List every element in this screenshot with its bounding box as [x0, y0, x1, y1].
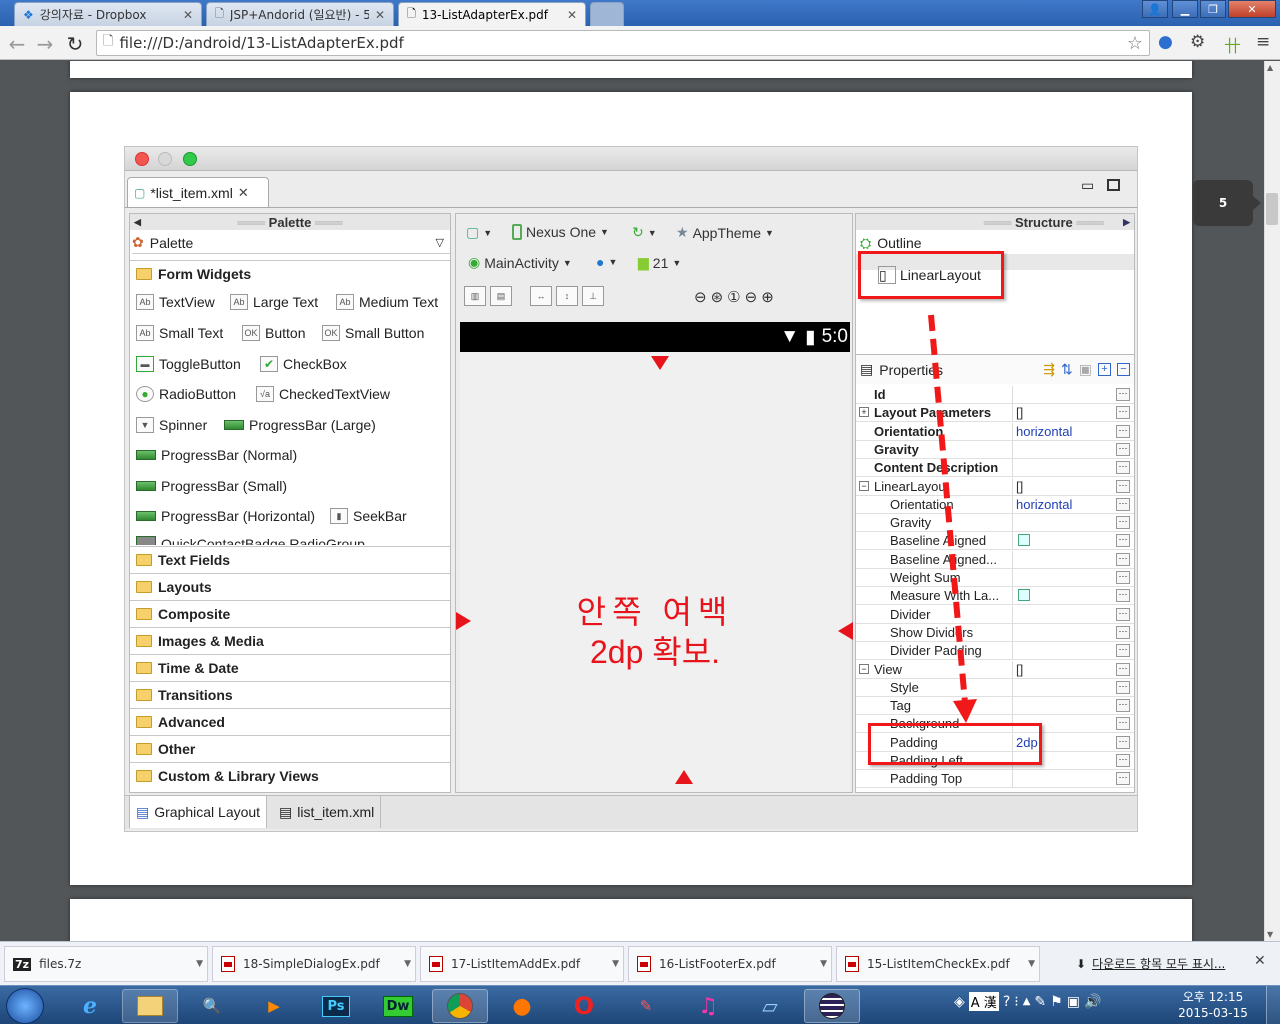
- browser-tab-pdf[interactable]: 🗋 13-ListAdapterEx.pdf ✕: [398, 2, 586, 26]
- volume-icon[interactable]: 🔊: [1084, 994, 1101, 1010]
- chrome-icon[interactable]: [432, 989, 488, 1023]
- download-filename: 15-ListItemCheckEx.pdf: [867, 957, 1010, 971]
- minimize-button[interactable]: ▁: [1172, 0, 1198, 18]
- download-item-pdf[interactable]: 15-ListItemCheckEx.pdf ▼: [836, 946, 1040, 982]
- close-window-button[interactable]: ✕: [1228, 0, 1276, 18]
- download-filename: files.7z: [39, 957, 82, 971]
- system-tray: ◈ A 漢 ? ⁝ ▲ ✎ ⚑ ▣ 🔊: [954, 992, 1101, 1011]
- chevron-down-icon[interactable]: ▼: [196, 959, 203, 969]
- firefox-icon[interactable]: ●: [494, 989, 550, 1023]
- clock-date: 2015-03-15: [1178, 1006, 1248, 1020]
- show-desktop-button[interactable]: [1266, 986, 1280, 1024]
- close-icon[interactable]: ✕: [1254, 953, 1266, 969]
- photoshop-icon[interactable]: Ps: [308, 989, 364, 1023]
- chevron-down-icon[interactable]: ▼: [404, 959, 411, 969]
- archive-icon: 7z: [13, 957, 32, 971]
- dreamweaver-icon[interactable]: Dw: [370, 989, 426, 1023]
- pdf-icon: [845, 956, 859, 972]
- gear-icon[interactable]: ⚙: [1190, 32, 1205, 52]
- download-filename: 18-SimpleDialogEx.pdf: [243, 957, 380, 971]
- pdf-icon: [429, 956, 443, 972]
- ie-icon[interactable]: ℯ: [62, 989, 118, 1023]
- page-number-indicator: 5: [1193, 180, 1261, 226]
- windows-taskbar: ℯ 🔍 ▶ Ps Dw ● O ✎ ♫ ▱ ◈ A 漢 ? ⁝ ▲ ✎ ⚑ ▣ …: [0, 985, 1280, 1024]
- download-item-files-7z[interactable]: 7z files.7z ▼: [4, 946, 208, 982]
- tab-label: 13-ListAdapterEx.pdf: [421, 7, 548, 22]
- help-icon[interactable]: ?: [1003, 994, 1010, 1010]
- menu-icon[interactable]: ≡: [1256, 32, 1270, 52]
- browser-tab-jsp[interactable]: 🗋 JSP+Andorid (일요반) - 5 ✕: [206, 2, 394, 26]
- itunes-icon[interactable]: ♫: [680, 989, 736, 1023]
- pdf-page-next: [70, 899, 1192, 941]
- explorer-icon[interactable]: [122, 989, 178, 1023]
- search-icon[interactable]: 🔍: [184, 989, 240, 1023]
- ime-settings-icon[interactable]: ⁝: [1014, 994, 1018, 1010]
- browser-tab-dropbox[interactable]: ❖ 강의자료 - Dropbox ✕: [14, 2, 202, 26]
- page-icon: 🗋: [103, 34, 114, 49]
- back-icon[interactable]: ←: [6, 32, 28, 56]
- media-player-icon[interactable]: ▶: [246, 989, 302, 1023]
- chevron-down-icon[interactable]: ▼: [612, 959, 619, 969]
- new-tab-button[interactable]: [590, 2, 624, 26]
- download-item-pdf[interactable]: 16-ListFooterEx.pdf ▼: [628, 946, 832, 982]
- download-filename: 16-ListFooterEx.pdf: [659, 957, 776, 971]
- download-item-pdf[interactable]: 17-ListItemAddEx.pdf ▼: [420, 946, 624, 982]
- globe-icon[interactable]: ●: [1158, 32, 1173, 52]
- close-icon[interactable]: ✕: [183, 8, 193, 22]
- eclipse-screenshot: ▢ *list_item.xml ✕ ▭ ◀ ═══ Palette ═══ ✿…: [124, 146, 1138, 832]
- forward-icon[interactable]: →: [34, 32, 56, 56]
- url-text: file:///D:/android/13-ListAdapterEx.pdf: [119, 34, 404, 52]
- ime-indicator[interactable]: A 漢: [968, 992, 999, 1011]
- show-all-downloads-link[interactable]: ⬇ 다운로드 항목 모두 표시...: [1076, 955, 1225, 972]
- close-icon[interactable]: ✕: [375, 8, 385, 22]
- tab-label: JSP+Andorid (일요반) - 5: [229, 8, 369, 22]
- paint-icon[interactable]: ✎: [618, 989, 674, 1023]
- extension-icon[interactable]: 卄: [1224, 32, 1241, 57]
- clock-time: 오후 12:15: [1182, 990, 1244, 1004]
- show-hidden-icons[interactable]: ▲: [1023, 996, 1031, 1007]
- page-icon: 🗋: [407, 7, 416, 20]
- downloads-bar: 7z files.7z ▼ 18-SimpleDialogEx.pdf ▼ 17…: [0, 941, 1280, 985]
- browser-tab-strip: ❖ 강의자료 - Dropbox ✕ 🗋 JSP+Andorid (일요반) -…: [0, 0, 1280, 26]
- chevron-down-icon[interactable]: ▼: [1028, 959, 1035, 969]
- dropbox-icon: ❖: [23, 7, 34, 22]
- maximize-button[interactable]: ❐: [1200, 0, 1226, 18]
- address-bar[interactable]: 🗋 file:///D:/android/13-ListAdapterEx.pd…: [96, 30, 1150, 56]
- reload-icon[interactable]: ↻: [64, 32, 86, 56]
- scrollbar-thumb[interactable]: [1266, 193, 1278, 225]
- pdf-icon: [221, 956, 235, 972]
- download-filename: 17-ListItemAddEx.pdf: [451, 957, 581, 971]
- flag-icon[interactable]: ⚑: [1050, 994, 1063, 1010]
- bookmark-star-icon[interactable]: ☆: [1127, 33, 1143, 54]
- pdf-page-previous: [70, 61, 1192, 78]
- opera-icon[interactable]: O: [556, 989, 612, 1023]
- close-icon[interactable]: ✕: [567, 8, 577, 22]
- pen-icon[interactable]: ✎: [1034, 994, 1046, 1010]
- pdf-icon: [637, 956, 651, 972]
- network-icon[interactable]: ▣: [1067, 994, 1080, 1010]
- download-item-pdf[interactable]: 18-SimpleDialogEx.pdf ▼: [212, 946, 416, 982]
- eclipse-icon[interactable]: [804, 989, 860, 1023]
- profile-icon[interactable]: 👤: [1142, 0, 1168, 18]
- tab-label: 강의자료 - Dropbox: [39, 8, 147, 22]
- annotation-arrow: [928, 314, 977, 723]
- page-icon: 🗋: [215, 7, 224, 20]
- show-all-label: 다운로드 항목 모두 표시...: [1092, 957, 1226, 971]
- clock[interactable]: 오후 12:15 2015-03-15: [1170, 989, 1256, 1021]
- start-button[interactable]: [6, 988, 44, 1024]
- download-icon: ⬇: [1076, 956, 1087, 971]
- chevron-down-icon[interactable]: ▼: [820, 959, 827, 969]
- language-icon[interactable]: ◈: [954, 994, 965, 1010]
- notepad-icon[interactable]: ▱: [742, 989, 798, 1023]
